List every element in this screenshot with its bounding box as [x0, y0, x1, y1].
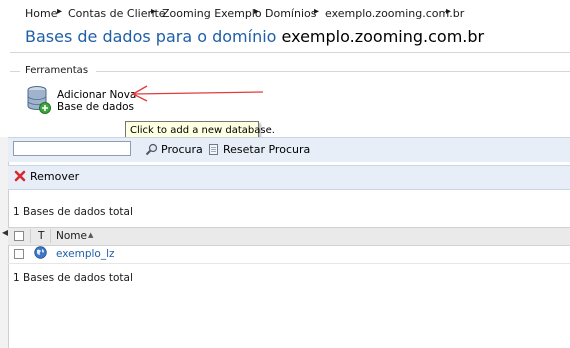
select-all-checkbox[interactable]	[14, 231, 24, 241]
search-input[interactable]	[13, 141, 131, 156]
breadcrumb: Home ▸ Contas de Cliente ▸ Zooming Exemp…	[0, 0, 570, 24]
tools-group-border	[10, 71, 20, 72]
tools-legend: Ferramentas	[25, 65, 93, 76]
breadcrumb-home[interactable]: Home	[25, 7, 57, 20]
breadcrumb-separator: ▸	[314, 6, 320, 17]
reset-search-button[interactable]: Resetar Procura	[208, 141, 310, 157]
database-link[interactable]: exemplo_lz	[56, 248, 115, 260]
database-add-icon[interactable]	[26, 85, 52, 115]
search-button[interactable]: Procura	[145, 141, 203, 157]
breadcrumb-separator: ▸	[254, 6, 260, 17]
total-count: 1 Bases de dados total	[13, 206, 133, 218]
tools-group-border	[96, 71, 570, 72]
breadcrumb-domain[interactable]: exemplo.zooming.com.br	[325, 7, 464, 20]
title-divider	[10, 52, 570, 53]
action-toolbar	[8, 165, 570, 190]
column-header-name[interactable]: Nome	[56, 230, 87, 242]
breadcrumb-zooming-exemplo[interactable]: Zooming Exemplo	[162, 7, 262, 20]
page-title-domain: exemplo.zooming.com.br	[281, 27, 485, 46]
add-database-label[interactable]: Adicionar Nova	[57, 89, 136, 101]
page-title: Bases de dados para o domínio exemplo.zo…	[25, 27, 484, 46]
total-count: 1 Bases de dados total	[13, 272, 133, 284]
sort-ascending-icon[interactable]: ▲	[88, 231, 93, 239]
column-divider	[30, 229, 31, 243]
reset-page-icon	[209, 143, 218, 155]
annotation-arrow	[131, 85, 264, 102]
row-checkbox[interactable]	[14, 249, 24, 259]
reset-search-label: Resetar Procura	[223, 142, 311, 156]
breadcrumb-domains[interactable]: Domínios	[265, 7, 316, 20]
red-x-icon	[14, 170, 26, 182]
search-button-label: Procura	[161, 142, 203, 156]
breadcrumb-separator: ▸	[57, 6, 63, 17]
breadcrumb-separator: ▸	[446, 6, 452, 17]
magnifier-icon	[145, 143, 158, 155]
breadcrumb-separator: ▸	[151, 6, 157, 17]
page-title-prefix: Bases de dados para o domínio	[25, 27, 277, 46]
add-database-label[interactable]: Base de dados	[57, 101, 134, 113]
globe-icon	[34, 246, 47, 259]
remove-button[interactable]: Remover	[14, 168, 79, 184]
column-divider	[50, 229, 51, 243]
column-header-type[interactable]: T	[38, 230, 44, 242]
remove-button-label: Remover	[30, 169, 80, 183]
